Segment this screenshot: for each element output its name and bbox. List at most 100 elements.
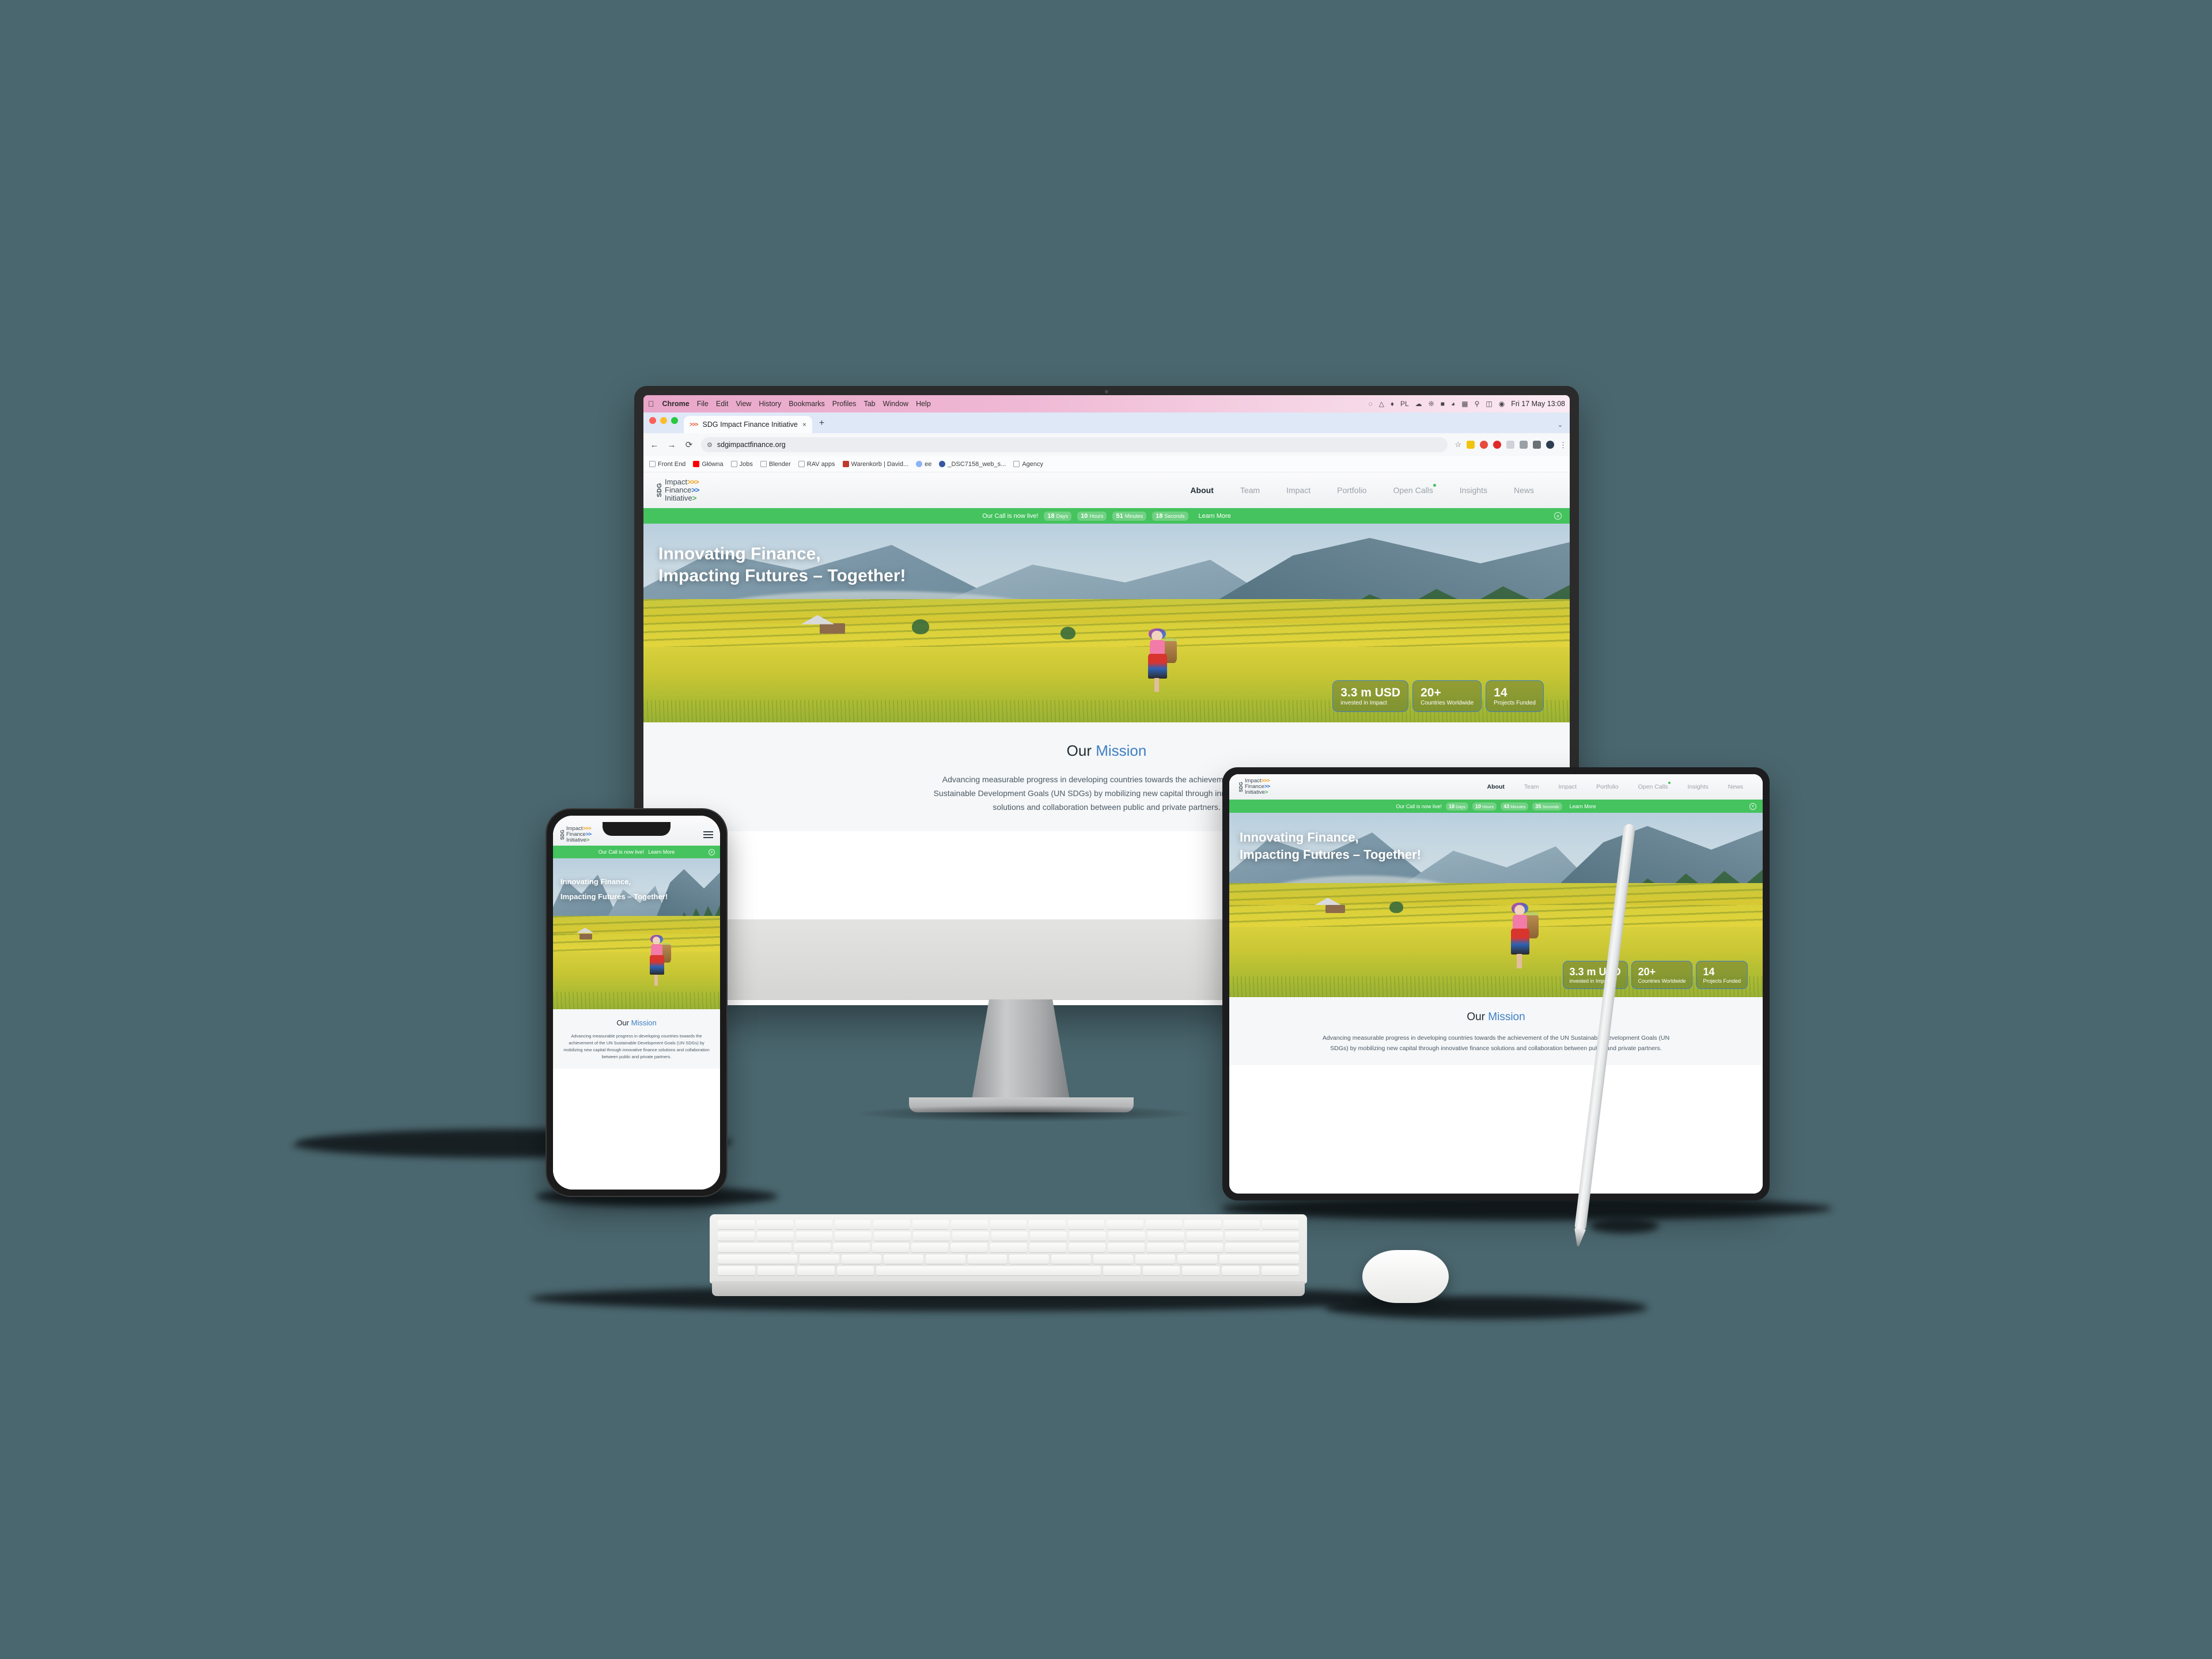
- control-center-icon[interactable]: ▦: [1461, 400, 1468, 408]
- nav-item-insights[interactable]: Insights: [1460, 486, 1487, 495]
- dropbox-icon[interactable]: △: [1379, 400, 1384, 408]
- browser-tab[interactable]: >>> SDG Impact Finance Initiative ×: [684, 416, 812, 433]
- stat-card: 14 Projects Funded: [1696, 961, 1748, 989]
- announcement-close-button[interactable]: ×: [709, 849, 715, 855]
- nav-item-news[interactable]: News: [1514, 486, 1534, 495]
- close-tab-icon[interactable]: ×: [802, 421, 806, 429]
- nav-item-insights[interactable]: Insights: [1688, 783, 1709, 790]
- pink-shirt: [651, 944, 662, 956]
- announcement-learn-more-link[interactable]: Learn More: [1199, 513, 1231, 520]
- forward-button[interactable]: →: [666, 440, 677, 450]
- announcement-learn-more-link[interactable]: Learn More: [648, 849, 675, 855]
- nav-item-team[interactable]: Team: [1240, 486, 1260, 495]
- nav-item-team[interactable]: Team: [1524, 783, 1539, 790]
- bookmark-item[interactable]: Jobs: [730, 460, 753, 468]
- ipad-ground-shadow: [1221, 1197, 1832, 1220]
- nav-item-open-calls[interactable]: Open Calls: [1638, 782, 1671, 790]
- profile-avatar-icon[interactable]: [1546, 441, 1554, 449]
- site-logo[interactable]: SDG Impact >>> Finance >> Initiative >: [1238, 778, 1270, 796]
- logo-chevrons-impact: >>>: [687, 478, 699, 486]
- keyboard-row: [718, 1220, 1299, 1229]
- nav-item-impact[interactable]: Impact: [1559, 783, 1577, 790]
- site-logo[interactable]: SDG Impact >>> Finance >> Initiative >: [656, 478, 699, 502]
- reload-button[interactable]: ⟳: [684, 440, 694, 450]
- rice-field-near: [553, 952, 720, 1009]
- menu-profiles[interactable]: Profiles: [832, 400, 857, 408]
- tree-clump: [1060, 627, 1075, 640]
- menu-help[interactable]: Help: [916, 400, 931, 408]
- nav-item-about[interactable]: About: [1487, 783, 1505, 790]
- bookmark-item[interactable]: Agency: [1013, 461, 1043, 468]
- close-window-button[interactable]: [649, 416, 656, 424]
- menu-edit[interactable]: Edit: [716, 400, 729, 408]
- menu-bar-clock[interactable]: Fri 17 May 13:08: [1511, 400, 1565, 408]
- announcement-close-button[interactable]: ×: [1554, 512, 1562, 520]
- screen-mirror-icon[interactable]: ◫: [1486, 400, 1492, 408]
- bookmark-label: Jobs: [739, 460, 753, 468]
- keyboard-layout-pl-icon[interactable]: PL: [1400, 400, 1409, 408]
- bookmark-item[interactable]: Główna: [693, 461, 724, 468]
- site-logo[interactable]: SDG Impact >>> Finance >> Initiative >: [560, 826, 592, 843]
- address-bar[interactable]: ⚙ sdgimpactfinance.org: [701, 437, 1448, 452]
- maximize-window-button[interactable]: [671, 416, 678, 424]
- wifi-icon[interactable]: ◕: [1451, 400, 1455, 408]
- countdown-minutes: 51 Minutes: [1112, 511, 1147, 521]
- menu-bookmarks[interactable]: Bookmarks: [789, 400, 825, 408]
- announcement-close-button[interactable]: ×: [1749, 802, 1756, 810]
- color-palette-icon[interactable]: [1467, 441, 1475, 449]
- farmer-figure: [1143, 628, 1177, 693]
- stat-label: Countries Worldwide: [1638, 978, 1686, 984]
- nav-item-news[interactable]: News: [1728, 783, 1743, 790]
- countdown-hours: 10 Hours: [1472, 802, 1497, 810]
- menu-window[interactable]: Window: [883, 400, 908, 408]
- site-settings-icon[interactable]: ⚙: [707, 441, 713, 449]
- keyboard-row: [718, 1232, 1299, 1241]
- window-traffic-lights[interactable]: [649, 412, 678, 433]
- bluetooth-icon[interactable]: ❊: [1429, 400, 1434, 408]
- stat-card: 14 Projects Funded: [1486, 680, 1544, 712]
- stat-value: 20+: [1638, 966, 1656, 978]
- battery-charging-icon[interactable]: ■: [1441, 400, 1445, 408]
- cast-icon[interactable]: [1520, 441, 1528, 449]
- magic-keyboard[interactable]: [710, 1214, 1307, 1296]
- password-manager-icon[interactable]: [1493, 441, 1501, 449]
- ad-blocker-icon[interactable]: [1480, 441, 1488, 449]
- nav-item-about[interactable]: About: [1190, 486, 1213, 495]
- bookmark-item[interactable]: ee: [916, 461, 931, 468]
- magic-mouse[interactable]: [1362, 1250, 1449, 1303]
- todo-badge-icon[interactable]: ♦: [1391, 400, 1394, 408]
- cloud-alert-icon[interactable]: ☁: [1415, 400, 1422, 408]
- menu-chrome[interactable]: Chrome: [662, 400, 690, 408]
- logo-word-initiative: Initiative: [1245, 789, 1265, 796]
- clipboard-icon[interactable]: [1506, 441, 1514, 449]
- imac-camera-icon: [1105, 390, 1108, 393]
- creative-cloud-icon[interactable]: ◌: [1368, 400, 1372, 408]
- bookmark-item[interactable]: Blender: [760, 461, 791, 468]
- back-button[interactable]: ←: [649, 440, 660, 450]
- bookmark-item[interactable]: RAV apps: [798, 461, 835, 468]
- menu-history[interactable]: History: [759, 400, 781, 408]
- menu-tab[interactable]: Tab: [863, 400, 875, 408]
- bookmark-star-icon[interactable]: ☆: [1455, 440, 1461, 449]
- downloads-icon[interactable]: [1533, 441, 1541, 449]
- open-calls-badge-dot: [1433, 484, 1436, 487]
- head: [1514, 905, 1525, 915]
- nav-item-portfolio[interactable]: Portfolio: [1596, 783, 1619, 790]
- tab-search-icon[interactable]: ⌄: [1558, 421, 1563, 429]
- bookmark-item[interactable]: Warenkorb | David...: [842, 461, 908, 468]
- new-tab-button[interactable]: +: [819, 418, 824, 433]
- menu-file[interactable]: File: [697, 400, 709, 408]
- nav-item-portfolio[interactable]: Portfolio: [1337, 486, 1366, 495]
- siri-icon[interactable]: ◉: [1499, 400, 1505, 408]
- minimize-window-button[interactable]: [660, 416, 667, 424]
- logo-sdg-mark: SDG: [1238, 782, 1244, 792]
- apple-logo-icon[interactable]: : [648, 399, 654, 408]
- spotlight-search-icon[interactable]: ⚲: [1475, 400, 1480, 408]
- nav-item-impact[interactable]: Impact: [1286, 486, 1310, 495]
- bookmark-item[interactable]: _DSC7158_web_s...: [939, 461, 1006, 468]
- nav-item-open-calls[interactable]: Open Calls: [1393, 484, 1436, 495]
- bookmark-item[interactable]: Front End: [649, 461, 685, 468]
- announcement-learn-more-link[interactable]: Learn More: [1570, 804, 1596, 809]
- hamburger-icon[interactable]: [703, 831, 713, 838]
- menu-view[interactable]: View: [736, 400, 751, 408]
